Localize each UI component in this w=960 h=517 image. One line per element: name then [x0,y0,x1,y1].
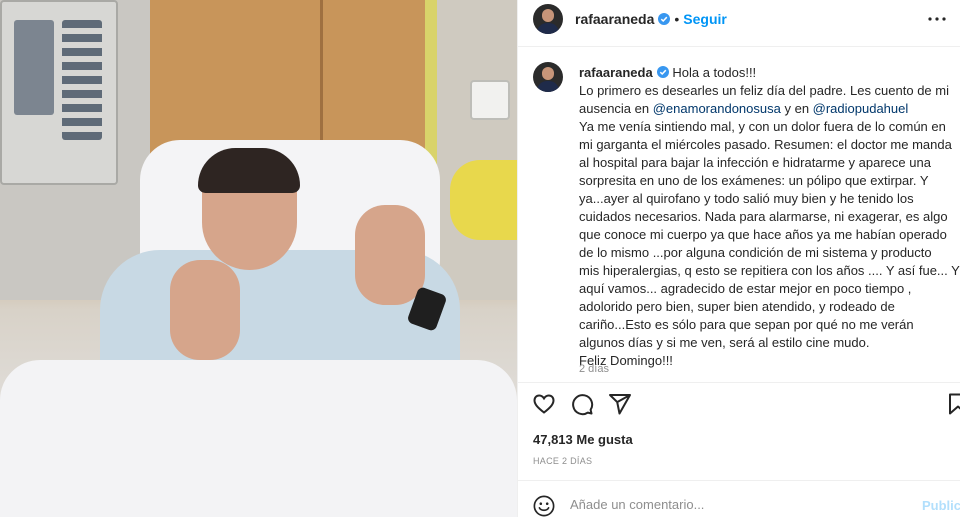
monitor-buttons [62,20,102,140]
comment-input[interactable] [570,497,890,512]
smiley-icon[interactable] [533,495,555,517]
thumbs-up-left-hand [170,260,240,360]
separator-dot: • [674,11,680,27]
wall-outlet [470,80,510,120]
door-edge [320,0,323,160]
comment-box: Publica [518,488,960,517]
post-side-panel: rafaaraneda • Seguir rafaaraneda Hola a … [517,0,960,517]
caption-line: algunos días y si me ven, será al estilo… [579,335,870,350]
caption-line: Feliz Domingo!!! [579,353,673,368]
caption-line: de lo mismo ...por alguna condición de m… [579,245,932,260]
post-header: rafaaraneda • Seguir [518,0,960,38]
divider [518,480,960,481]
follow-button[interactable]: Seguir [683,11,727,27]
divider [518,46,960,47]
mention-link[interactable]: @radiopudahuel [813,101,909,116]
caption-text: rafaaraneda Hola a todos!!! Lo primero e… [579,64,960,370]
caption-line: Lo primero es desearles un feliz día del… [579,83,949,98]
caption-segment: y en [780,101,813,116]
wall-panel [437,0,517,300]
caption-line: cuidados necesarios. Nada para alarmarse… [579,209,948,224]
thumbs-up-right-hand [355,205,425,305]
caption-line: al hospital para bajar la infección e hi… [579,155,931,170]
caption-line: mi garganta el miércoles pasado. Resumen… [579,137,952,152]
post-photo[interactable] [0,0,517,517]
caption-line: cariño...Esto es sólo para que sepan por… [579,317,914,332]
caption-line: ausencia en @enamorandonosusa y en @radi… [579,100,960,118]
bookmark-icon[interactable] [946,392,960,416]
caption-username[interactable]: rafaaraneda [579,65,653,80]
post-date[interactable]: HACE 2 DÍAS [533,456,592,466]
header-username[interactable]: rafaaraneda [575,11,654,27]
yellow-bed-rail [450,160,517,240]
bed-sheet [0,360,517,517]
monitor-screen [14,20,54,115]
verified-badge-icon [658,13,671,25]
paper-plane-icon[interactable] [608,392,632,416]
caption-line: Ya me venía sintiendo mal, y con un dolo… [579,119,946,134]
avatar[interactable] [533,4,563,34]
caption-segment: ausencia en [579,101,653,116]
caption-line: mis hiperalergias, q esto se repitiera c… [579,263,960,278]
divider [518,382,960,383]
verified-badge-icon [657,66,670,78]
heart-icon[interactable] [532,392,556,416]
comment-bubble-icon[interactable] [570,392,594,416]
man-hair [198,148,300,193]
medical-monitor [0,0,118,185]
caption-line: aquí vamos... agradecido de estar mejor … [579,281,912,296]
caption-time-ago[interactable]: 2 días [579,363,609,375]
more-options-icon[interactable] [927,12,947,26]
avatar[interactable] [533,62,563,92]
action-bar [518,392,960,416]
likes-count[interactable]: 47,813 Me gusta [533,432,633,447]
caption-line: sorpresita en uno de los exámenes: un pó… [579,173,929,188]
caption-line: que conoce mi cuerpo ya que hace años ya… [579,227,947,242]
caption-first-line: rafaaraneda Hola a todos!!! [579,64,960,82]
caption-line: adolorido pero bien, super bien atendido… [579,299,895,314]
caption-line: ya...ayer al quirofano y todo salió muy … [579,191,914,206]
publish-button[interactable]: Publica [922,498,960,513]
caption-greeting: Hola a todos!!! [672,65,757,80]
mention-link[interactable]: @enamorandonosusa [653,101,781,116]
